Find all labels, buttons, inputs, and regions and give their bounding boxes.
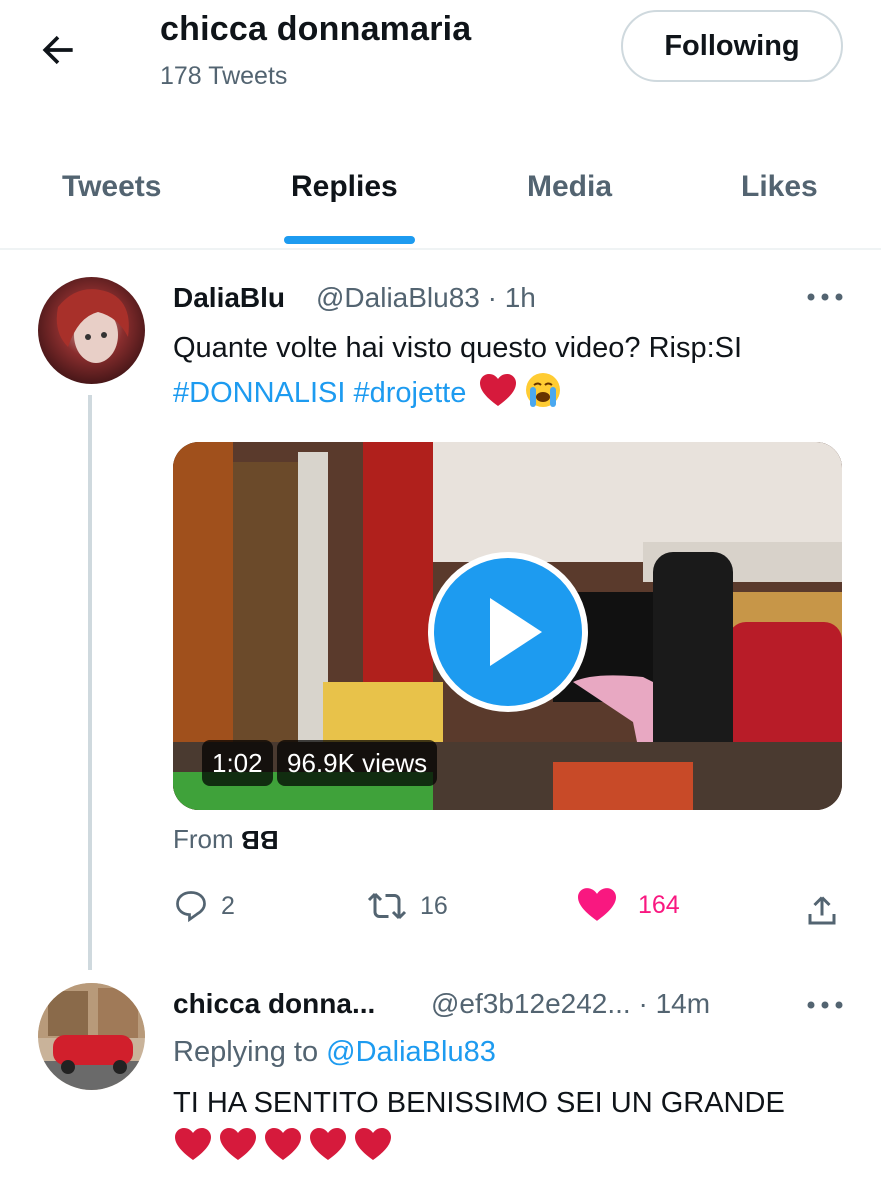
- crying-face-emoji-icon: [526, 373, 561, 407]
- tweet-hashtags-line: #DONNALISI #drojette: [173, 371, 562, 414]
- red-heart-emoji-icon: [175, 1128, 211, 1160]
- thread-connector-line: [88, 395, 92, 970]
- tweet-text: TI HA SENTITO BENISSIMO SEI UN GRANDE: [173, 1087, 785, 1119]
- replying-mention-link[interactable]: @DaliaBlu83: [326, 1036, 496, 1068]
- back-arrow-icon[interactable]: [36, 28, 80, 72]
- share-icon[interactable]: [804, 893, 840, 929]
- red-heart-emoji-icon: [355, 1128, 391, 1160]
- tweet-author-name[interactable]: chicca donna...: [173, 988, 375, 1020]
- tweet-handle-time[interactable]: @ef3b12e242... · 14m: [431, 988, 710, 1020]
- avatar[interactable]: [38, 983, 145, 1090]
- tab-replies[interactable]: Replies: [291, 170, 398, 204]
- red-heart-emoji-icon: [265, 1128, 301, 1160]
- red-heart-emoji-icon: [480, 374, 517, 406]
- tweet-handle-time[interactable]: @DaliaBlu83 · 1h: [316, 282, 536, 314]
- retweet-count: 16: [420, 891, 448, 920]
- like-count: 164: [638, 890, 680, 919]
- tab-tweets[interactable]: Tweets: [62, 170, 161, 204]
- active-tab-indicator: [284, 236, 415, 244]
- source-brand[interactable]: BB: [241, 824, 279, 855]
- profile-tabs: Tweets Replies Media Likes: [0, 150, 881, 250]
- avatar[interactable]: [38, 277, 145, 384]
- red-heart-emoji-icon: [310, 1128, 346, 1160]
- more-options-icon[interactable]: [805, 1000, 845, 1010]
- tweet-author-name[interactable]: DaliaBlu: [173, 282, 285, 314]
- avatar-image: [38, 277, 145, 384]
- reply-icon: [176, 891, 206, 923]
- red-heart-emoji-icon: [220, 1128, 256, 1160]
- play-button[interactable]: [428, 552, 588, 712]
- reply-count: 2: [221, 891, 235, 920]
- reply-action[interactable]: 2: [173, 888, 235, 924]
- avatar-image: [38, 983, 145, 1090]
- heart-filled-icon: [578, 888, 616, 921]
- profile-header: chicca donnamaria 178 Tweets Following: [0, 0, 881, 120]
- like-action[interactable]: 164: [578, 888, 680, 922]
- more-options-icon[interactable]: [805, 292, 845, 302]
- tab-media[interactable]: Media: [527, 170, 612, 204]
- heart-emoji-row: [175, 1128, 391, 1162]
- play-icon: [490, 598, 542, 666]
- retweet-action[interactable]: 16: [366, 888, 448, 924]
- tweet-text: Quante volte hai visto questo video? Ris…: [173, 332, 743, 364]
- following-button[interactable]: Following: [621, 10, 843, 82]
- replying-to: Replying to @DaliaBlu83: [173, 1036, 496, 1069]
- video-views: 96.9K views: [277, 740, 438, 786]
- video-duration: 1:02: [202, 740, 273, 786]
- tweet-count: 178 Tweets: [160, 62, 288, 90]
- source-prefix: From: [173, 824, 234, 854]
- hashtag-links[interactable]: #DONNALISI #drojette: [173, 377, 466, 409]
- replying-prefix: Replying to: [173, 1036, 319, 1068]
- tab-likes[interactable]: Likes: [741, 170, 818, 204]
- profile-name: chicca donnamaria: [160, 10, 472, 48]
- retweet-icon: [367, 892, 407, 920]
- video-source: From BB: [173, 824, 278, 855]
